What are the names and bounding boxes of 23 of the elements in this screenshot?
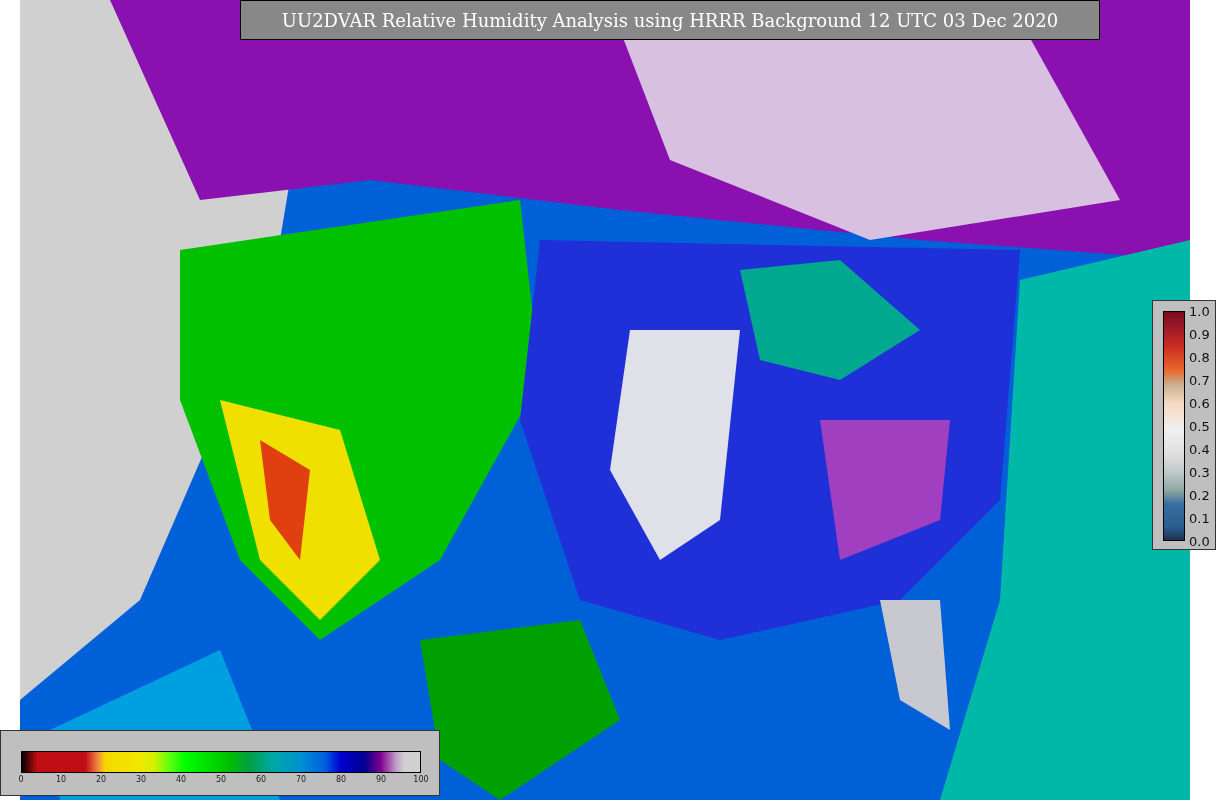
tick-label: 40 [175,775,187,784]
tick-label: 50 [215,775,227,784]
tick-label: 0.2 [1189,487,1210,503]
tick-label: 0 [18,775,24,784]
tick-label: 0.7 [1189,372,1210,388]
tick-label: 30 [135,775,147,784]
tick-label: 0.1 [1189,510,1210,526]
tick-label: 20 [95,775,107,784]
tick-label: 100 [413,775,429,784]
tick-label: 0.9 [1189,326,1210,342]
tick-label: 0.3 [1189,464,1210,480]
map-title: UU2DVAR Relative Humidity Analysis using HRRR Background 12 UTC 03 Dec 2020 [240,0,1100,40]
tick-label: 0.4 [1189,441,1210,457]
tick-label: 0.5 [1189,418,1210,434]
tick-label: 10 [55,775,67,784]
tick-label: 1.0 [1189,303,1210,319]
tick-label: 0.6 [1189,395,1210,411]
tick-label: 0.0 [1189,533,1210,549]
tick-label: 70 [295,775,307,784]
tick-label: 60 [255,775,267,784]
tick-label: 90 [375,775,387,784]
tick-label: 0.8 [1189,349,1210,365]
tick-label: 80 [335,775,347,784]
